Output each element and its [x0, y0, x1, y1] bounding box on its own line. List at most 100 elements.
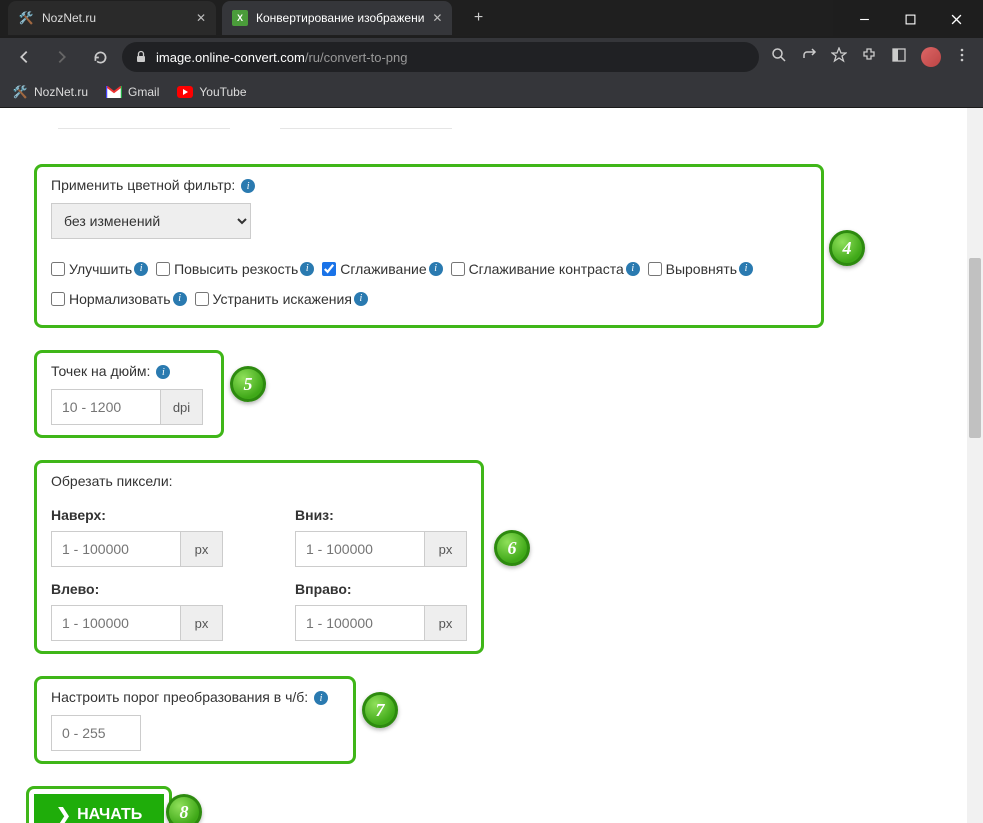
window-maximize-button[interactable]: [887, 4, 933, 34]
page-content: Применить цветной фильтр: i без изменени…: [0, 108, 983, 823]
site-favicon: X: [232, 10, 248, 26]
close-icon[interactable]: ✕: [196, 11, 206, 25]
close-icon[interactable]: ✕: [432, 11, 442, 25]
annotation-badge-8: 8: [166, 794, 202, 823]
sidepanel-icon[interactable]: [891, 47, 907, 68]
unit-label: px: [181, 605, 223, 641]
info-icon[interactable]: i: [429, 262, 443, 276]
scrollbar-thumb[interactable]: [969, 258, 981, 438]
chevron-right-icon: ❯: [56, 805, 71, 823]
lock-icon: [134, 50, 148, 64]
bookmarks-bar: 🛠️ NozNet.ru Gmail YouTube: [0, 76, 983, 108]
window-close-button[interactable]: [933, 4, 979, 34]
threshold-section: Настроить порог преобразования в ч/б: i: [34, 676, 356, 764]
share-icon[interactable]: [801, 47, 817, 68]
checkbox-label: Выровнять: [666, 255, 737, 283]
sharpen-checkbox[interactable]: [156, 262, 170, 276]
new-tab-button[interactable]: +: [464, 4, 492, 32]
normalize-checkbox[interactable]: [51, 292, 65, 306]
dpi-label: Точек на дюйм:: [51, 363, 150, 379]
unit-label: px: [425, 531, 467, 567]
scrollbar[interactable]: [967, 108, 983, 823]
info-icon[interactable]: i: [173, 292, 187, 306]
deskew-checkbox[interactable]: [195, 292, 209, 306]
crop-right-label: Вправо:: [295, 581, 515, 597]
bookmark-noznet[interactable]: 🛠️ NozNet.ru: [12, 84, 88, 100]
info-icon[interactable]: i: [739, 262, 753, 276]
bookmark-label: YouTube: [199, 85, 246, 99]
start-button[interactable]: ❯ НАЧАТЬ: [34, 794, 164, 823]
color-filter-label: Применить цветной фильтр:: [51, 177, 235, 193]
threshold-label: Настроить порог преобразования в ч/б:: [51, 689, 308, 705]
partial-input-2: [280, 128, 452, 136]
tab-label: Конвертирование изображени: [256, 11, 424, 25]
smoothing-checkbox[interactable]: [322, 262, 336, 276]
checkbox-label: Устранить искажения: [213, 285, 352, 313]
annotation-badge-5: 5: [230, 366, 266, 402]
extensions-icon[interactable]: [861, 47, 877, 68]
crop-left-input[interactable]: [51, 605, 181, 641]
bookmark-label: NozNet.ru: [34, 85, 88, 99]
crop-section: Обрезать пиксели: Наверх: px Вниз: px Вл…: [34, 460, 484, 654]
annotation-badge-4: 4: [829, 230, 865, 266]
crop-top-label: Наверх:: [51, 507, 271, 523]
annotation-badge-7: 7: [362, 692, 398, 728]
tab-noznet[interactable]: 🛠️ NozNet.ru ✕: [8, 1, 216, 35]
partial-input-1: [58, 128, 230, 136]
dpi-input[interactable]: [51, 389, 161, 425]
bookmark-label: Gmail: [128, 85, 159, 99]
back-button[interactable]: [8, 41, 40, 73]
toolbar-right: [765, 47, 975, 68]
info-icon[interactable]: i: [626, 262, 640, 276]
bookmark-gmail[interactable]: Gmail: [106, 84, 159, 100]
wrench-icon: 🛠️: [18, 10, 34, 26]
window-minimize-button[interactable]: [841, 4, 887, 34]
search-icon[interactable]: [771, 47, 787, 68]
dpi-unit: dpi: [161, 389, 203, 425]
enhance-checkbox[interactable]: [51, 262, 65, 276]
partial-inputs-row: [58, 128, 971, 136]
crop-right-input[interactable]: [295, 605, 425, 641]
menu-icon[interactable]: [955, 48, 969, 67]
unit-label: px: [181, 531, 223, 567]
crop-bottom-input[interactable]: [295, 531, 425, 567]
unit-label: px: [425, 605, 467, 641]
info-icon[interactable]: i: [134, 262, 148, 276]
color-filter-section: Применить цветной фильтр: i без изменени…: [34, 164, 824, 328]
start-section: ❯ НАЧАТЬ: [26, 786, 172, 823]
toolbar: image.online-convert.com/ru/convert-to-p…: [0, 38, 983, 76]
start-button-label: НАЧАТЬ: [77, 806, 142, 823]
threshold-input[interactable]: [51, 715, 141, 751]
star-icon[interactable]: [831, 47, 847, 68]
url-text: image.online-convert.com/ru/convert-to-p…: [156, 50, 747, 65]
tab-label: NozNet.ru: [42, 11, 188, 25]
info-icon[interactable]: i: [314, 691, 328, 705]
checkbox-label: Повысить резкость: [174, 255, 298, 283]
bookmark-youtube[interactable]: YouTube: [177, 84, 246, 100]
youtube-icon: [177, 84, 193, 100]
info-icon[interactable]: i: [241, 179, 255, 193]
checkbox-label: Улучшить: [69, 255, 132, 283]
equalize-checkbox[interactable]: [648, 262, 662, 276]
address-bar[interactable]: image.online-convert.com/ru/convert-to-p…: [122, 42, 759, 72]
info-icon[interactable]: i: [354, 292, 368, 306]
tab-convert[interactable]: X Конвертирование изображени ✕: [222, 1, 452, 35]
checkbox-row: Улучшить i Повысить резкость i Сглаживан…: [51, 255, 807, 315]
tab-strip: 🛠️ NozNet.ru ✕ X Конвертирование изображ…: [0, 0, 833, 36]
crop-top-input[interactable]: [51, 531, 181, 567]
info-icon[interactable]: i: [300, 262, 314, 276]
crop-left-label: Влево:: [51, 581, 271, 597]
checkbox-label: Сглаживание контраста: [469, 255, 624, 283]
contrast-smooth-checkbox[interactable]: [451, 262, 465, 276]
color-filter-select[interactable]: без изменений: [51, 203, 251, 239]
checkbox-label: Сглаживание: [340, 255, 426, 283]
reload-button[interactable]: [84, 41, 116, 73]
annotation-badge-6: 6: [494, 530, 530, 566]
crop-bottom-label: Вниз:: [295, 507, 515, 523]
wrench-icon: 🛠️: [12, 84, 28, 100]
info-icon[interactable]: i: [156, 365, 170, 379]
gmail-icon: [106, 84, 122, 100]
crop-label: Обрезать пиксели:: [51, 473, 173, 489]
profile-avatar[interactable]: [921, 47, 941, 67]
forward-button[interactable]: [46, 41, 78, 73]
